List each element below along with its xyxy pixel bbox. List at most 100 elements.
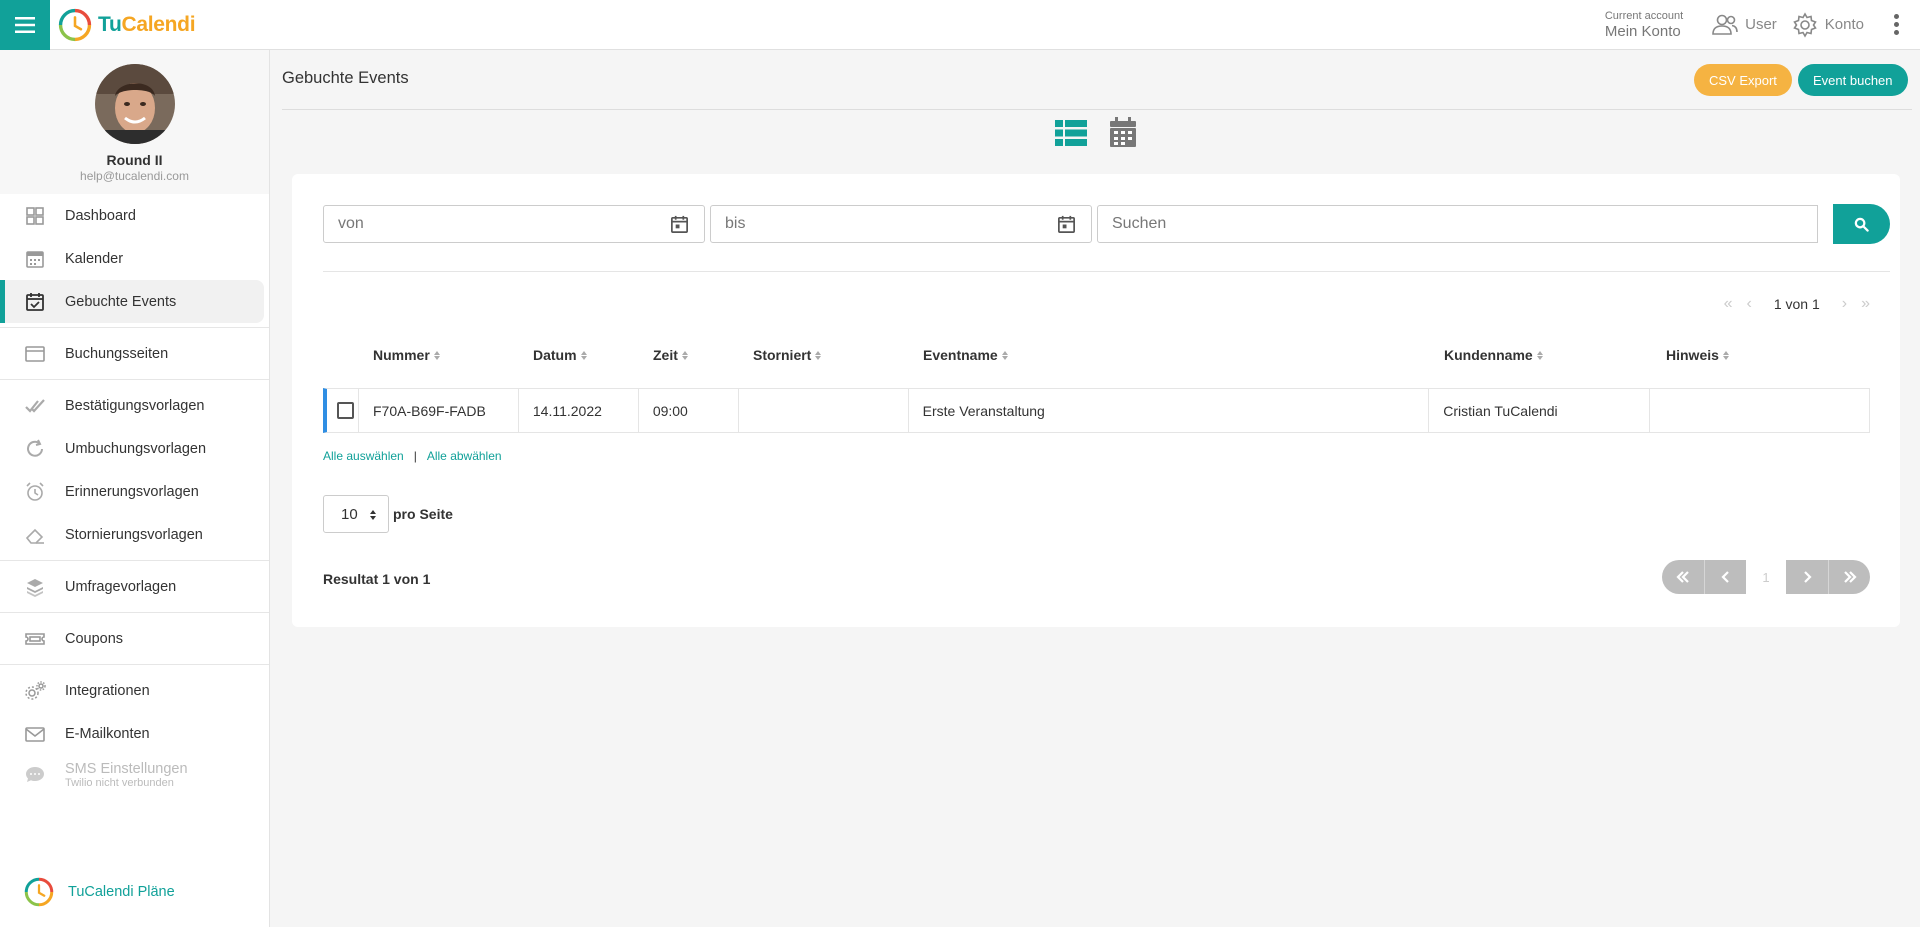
sidebar-divider	[0, 664, 269, 665]
sidebar-item-integrationen[interactable]: Integrationen	[0, 669, 264, 712]
pager-bottom: 1	[1662, 560, 1870, 594]
sidebar-item-buchungsseiten[interactable]: Buchungsseiten	[0, 332, 264, 375]
browser-window-icon	[25, 345, 45, 362]
column-header-eventname[interactable]: Eventname	[909, 347, 1430, 363]
konto-link[interactable]: Konto	[1791, 11, 1864, 39]
profile-email: help@tucalendi.com	[80, 169, 189, 183]
next-page-icon[interactable]: ›	[1842, 295, 1847, 313]
hamburger-icon	[15, 16, 35, 33]
pager-top: « ‹ 1 von 1 › »	[1724, 295, 1870, 313]
sidebar-item-label: Buchungsseiten	[65, 345, 169, 362]
view-toggle	[1055, 117, 1139, 149]
cell-eventname: Erste Veranstaltung	[909, 389, 1430, 432]
sidebar-divider	[0, 327, 269, 328]
chevron-left-icon	[1720, 571, 1729, 583]
sidebar-item-kalender[interactable]: Kalender	[0, 237, 264, 280]
sidebar-item-label: Erinnerungsvorlagen	[65, 483, 199, 500]
sidebar-item-gebuchte-events[interactable]: Gebuchte Events	[0, 280, 264, 323]
sidebar-item-coupons[interactable]: Coupons	[0, 617, 264, 660]
sidebar-item-e-mailkonten[interactable]: E-Mailkonten	[0, 712, 264, 755]
profile-panel: Round II help@tucalendi.com	[0, 50, 269, 194]
sidebar-item-label: Gebuchte Events	[65, 293, 177, 310]
plans-label: TuCalendi Pläne	[68, 883, 175, 900]
envelope-icon	[25, 726, 45, 742]
events-card: von bis Suchen « ‹ 1 von 1 › » Nummer Da…	[292, 174, 1900, 627]
sidebar-item-bestaetigungsvorlagen[interactable]: Bestätigungsvorlagen	[0, 384, 264, 427]
prev-page-icon[interactable]: ‹	[1747, 295, 1752, 313]
column-header-nummer[interactable]: Nummer	[359, 347, 519, 363]
column-header-hinweis[interactable]: Hinweis	[1652, 347, 1870, 363]
alarm-clock-icon	[26, 481, 44, 501]
column-header-kundenname[interactable]: Kundenname	[1430, 347, 1652, 363]
column-label: Zeit	[653, 347, 678, 363]
avatar[interactable]	[94, 64, 175, 144]
prev-page-button[interactable]	[1704, 560, 1746, 594]
sidebar-item-label: Coupons	[65, 630, 124, 647]
cell-storniert	[739, 389, 909, 432]
search-button[interactable]	[1833, 204, 1890, 244]
last-page-button[interactable]	[1828, 560, 1870, 594]
brand-name-tu: Tu	[98, 12, 122, 36]
user-link[interactable]: User	[1711, 11, 1777, 39]
current-page-number: 1	[1762, 569, 1770, 585]
sidebar-item-umbuchungsvorlagen[interactable]: Umbuchungsvorlagen	[0, 427, 264, 470]
search-input[interactable]: Suchen	[1097, 205, 1818, 243]
list-view-icon[interactable]	[1055, 117, 1087, 149]
sidebar-item-plans[interactable]: TuCalendi Pläne	[0, 870, 265, 913]
first-page-button[interactable]	[1662, 560, 1704, 594]
row-select-cell	[327, 389, 359, 432]
account-name: Mein Konto	[1604, 22, 1681, 40]
cell-kundenname: Cristian TuCalendi	[1429, 389, 1651, 432]
column-label: Nummer	[373, 347, 430, 363]
deselect-all-link[interactable]: Alle abwählen	[427, 449, 502, 463]
menu-toggle-button[interactable]	[0, 0, 50, 50]
card-divider	[323, 271, 1890, 272]
more-menu-icon[interactable]	[1894, 14, 1900, 35]
calendar-view-icon[interactable]	[1107, 117, 1139, 149]
sidebar-item-label: Umbuchungsvorlagen	[65, 440, 207, 457]
top-bar: TuCalendi Current account Mein Konto Use…	[0, 0, 1920, 50]
layers-icon	[27, 578, 43, 597]
sidebar-item-label: Stornierungsvorlagen	[65, 526, 203, 543]
sidebar-item-label: E-Mailkonten	[65, 725, 150, 742]
row-checkbox[interactable]	[337, 402, 354, 419]
table-header: Nummer Datum Zeit Storniert Eventname Ku…	[323, 339, 1870, 371]
column-label: Hinweis	[1666, 347, 1719, 363]
double-chevron-left-icon	[1676, 571, 1689, 583]
date-from-input[interactable]: von	[323, 205, 705, 243]
column-header-datum[interactable]: Datum	[519, 347, 639, 363]
sidebar-item-dashboard[interactable]: Dashboard	[0, 194, 264, 237]
table-row[interactable]: F70A-B69F-FADB 14.11.2022 09:00 Erste Ve…	[323, 388, 1870, 433]
konto-label: Konto	[1824, 16, 1864, 33]
per-page-select[interactable]: 10	[323, 495, 389, 533]
sidebar-item-erinnerungsvorlagen[interactable]: Erinnerungsvorlagen	[0, 470, 264, 513]
sidebar-item-label: SMS Einstellungen	[65, 761, 188, 777]
column-header-zeit[interactable]: Zeit	[639, 347, 739, 363]
tucalendi-logo-icon	[58, 8, 92, 41]
main-content: Gebuchte Events CSV Export Event buchen …	[270, 50, 1920, 927]
calendar-icon[interactable]	[669, 214, 690, 235]
sidebar-item-stornierungsvorlagen[interactable]: Stornierungsvorlagen	[0, 513, 264, 556]
sidebar-item-umfragevorlagen[interactable]: Umfragevorlagen	[0, 565, 264, 608]
first-page-icon[interactable]: «	[1724, 295, 1733, 313]
column-label: Kundenname	[1444, 347, 1533, 363]
sidebar-item-label: Integrationen	[65, 682, 150, 699]
pager-top-label: 1 von 1	[1773, 296, 1820, 312]
page-title: Gebuchte Events	[282, 69, 409, 87]
last-page-icon[interactable]: »	[1861, 295, 1870, 313]
calendar-icon[interactable]	[1056, 214, 1077, 235]
column-header-storniert[interactable]: Storniert	[739, 347, 909, 363]
sort-icon	[1536, 350, 1543, 360]
csv-export-button[interactable]: CSV Export	[1694, 64, 1792, 96]
tucalendi-logo-icon	[24, 877, 54, 906]
calendar-check-icon	[26, 292, 44, 311]
select-all-link[interactable]: Alle auswählen	[323, 449, 404, 463]
brand[interactable]: TuCalendi	[58, 8, 196, 42]
date-to-input[interactable]: bis	[710, 205, 1092, 243]
sidebar-item-label: Kalender	[65, 250, 124, 267]
book-event-button[interactable]: Event buchen	[1798, 64, 1908, 96]
current-account[interactable]: Current account Mein Konto	[1604, 10, 1683, 40]
sidebar-nav: Dashboard Kalender Gebuchte Events Buchu…	[0, 194, 269, 795]
next-page-button[interactable]	[1786, 560, 1828, 594]
cell-datum: 14.11.2022	[519, 389, 639, 432]
